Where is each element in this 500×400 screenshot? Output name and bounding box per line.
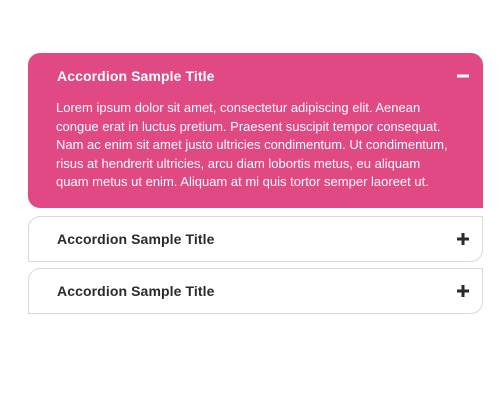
plus-icon[interactable] bbox=[456, 232, 470, 246]
accordion-header-2[interactable]: Accordion Sample Title bbox=[29, 217, 482, 261]
accordion-item-1: Accordion Sample Title Lorem ipsum dolor… bbox=[28, 53, 483, 208]
accordion-header-1[interactable]: Accordion Sample Title bbox=[29, 54, 482, 98]
accordion: Accordion Sample Title Lorem ipsum dolor… bbox=[28, 53, 483, 320]
accordion-title-3: Accordion Sample Title bbox=[57, 282, 215, 299]
accordion-title-2: Accordion Sample Title bbox=[57, 230, 215, 247]
accordion-item-2: Accordion Sample Title bbox=[28, 215, 483, 262]
minus-icon[interactable] bbox=[456, 69, 470, 83]
accordion-header-3[interactable]: Accordion Sample Title bbox=[29, 269, 482, 313]
accordion-item-3: Accordion Sample Title bbox=[28, 267, 483, 314]
accordion-body-1: Lorem ipsum dolor sit amet, consectetur … bbox=[56, 100, 448, 189]
plus-icon[interactable] bbox=[456, 284, 470, 298]
accordion-title-1: Accordion Sample Title bbox=[57, 68, 215, 84]
